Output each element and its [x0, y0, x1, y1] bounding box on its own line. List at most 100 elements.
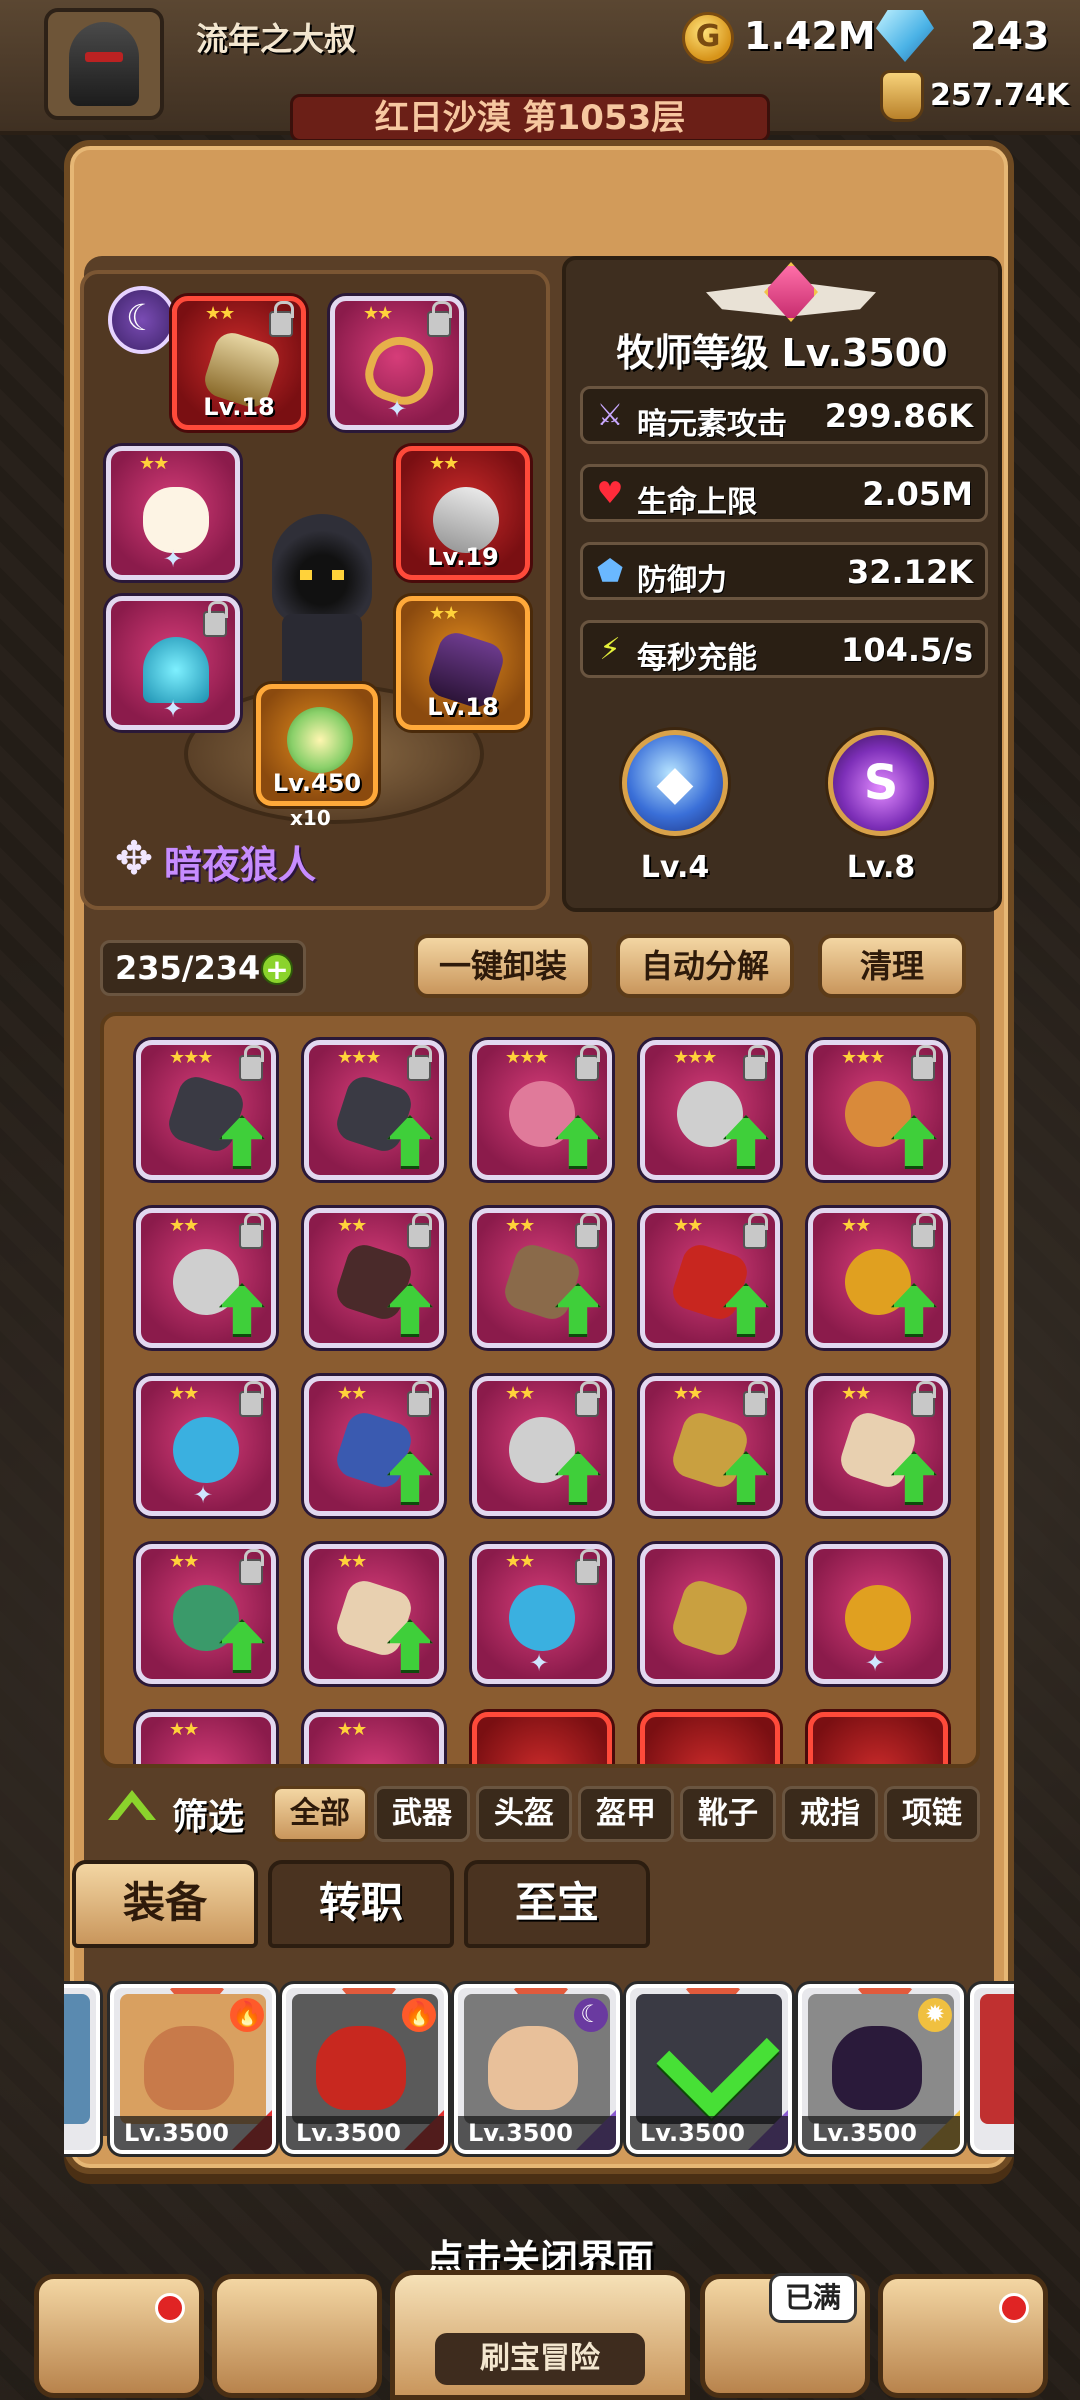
star-rating: ★★: [841, 1215, 871, 1236]
moon-element-icon: ☾: [574, 1998, 608, 2032]
star-rating: ★★: [205, 303, 235, 324]
armor-slot[interactable]: ✦: [106, 596, 240, 730]
necklace-slot[interactable]: ★★ ✦: [330, 296, 464, 430]
player-avatar[interactable]: [44, 8, 164, 120]
unequip-all-button[interactable]: 一键卸装: [414, 934, 592, 998]
treasure-slot[interactable]: Lv.450: [256, 684, 378, 806]
hero-level: Lv.3500: [802, 2116, 960, 2150]
inventory-item[interactable]: ★★: [808, 1376, 948, 1516]
star-rating: ★★: [139, 453, 169, 474]
inventory-item[interactable]: ★★: [136, 1544, 276, 1684]
auto-dismantle-button[interactable]: 自动分解: [616, 934, 794, 998]
inventory-item[interactable]: ★★: [640, 1376, 780, 1516]
inventory-item[interactable]: ★★★: [808, 1040, 948, 1180]
hero-card[interactable]: 🔥 Lv.3500: [282, 1984, 448, 2154]
filter-necklace[interactable]: 项链: [884, 1786, 980, 1842]
inventory-chest-button[interactable]: 已满: [700, 2273, 870, 2398]
slot-level: Lv.19: [427, 543, 499, 571]
treasure-adventure-button[interactable]: 刷宝冒险: [390, 2270, 690, 2400]
hero-card[interactable]: [64, 1984, 100, 2154]
purple-swirl-orb-icon[interactable]: S: [828, 730, 934, 836]
add-capacity-icon[interactable]: +: [261, 953, 293, 985]
filter-all[interactable]: 全部: [272, 1786, 368, 1842]
slot-level: Lv.450: [272, 769, 362, 797]
tab-treasure[interactable]: 至宝: [464, 1860, 650, 1948]
inventory-item[interactable]: ★★★: [472, 1040, 612, 1180]
dark-sword-icon: ⚔: [596, 398, 624, 433]
jar-icon: [880, 70, 924, 122]
star-rating: ★★: [169, 1719, 199, 1740]
inventory-item[interactable]: ✦: [808, 1544, 948, 1684]
helmet-slot[interactable]: ★★ ✦: [106, 446, 240, 580]
inventory-item[interactable]: ★★: [136, 1712, 276, 1764]
star-rating: ★★: [337, 1719, 367, 1740]
inventory-item[interactable]: ★★: [472, 1208, 612, 1348]
boots-slot[interactable]: ★★ Lv.18: [396, 596, 530, 730]
inventory-item[interactable]: ★★: [472, 1376, 612, 1516]
lock-icon: [269, 301, 294, 337]
moon-class-icon[interactable]: ☾: [108, 286, 176, 354]
hero-card[interactable]: ✹ Lv.3500: [798, 1984, 964, 2154]
inventory-item[interactable]: [640, 1544, 780, 1684]
filter-boots[interactable]: 靴子: [680, 1786, 776, 1842]
inventory-item[interactable]: [640, 1712, 780, 1764]
hero-figure: [262, 514, 382, 704]
ring-slot[interactable]: ★★ Lv.19: [396, 446, 530, 580]
class-emblem-icon: ✥: [114, 831, 154, 885]
tab-job-change[interactable]: 转职: [268, 1860, 454, 1948]
knight-helmet-icon: [69, 22, 139, 106]
lock-icon: [575, 1045, 600, 1081]
inventory-item[interactable]: ★★★: [640, 1040, 780, 1180]
hooded-hero-icon: [272, 514, 372, 624]
inventory-item[interactable]: ★★: [808, 1208, 948, 1348]
golden-boots-icon: [668, 1576, 752, 1660]
jar-amount: 257.74K: [930, 78, 1070, 113]
slot-level: Lv.18: [427, 693, 499, 721]
stat-label: 每秒充能: [637, 641, 757, 676]
hero-level: Lv.3500: [286, 2116, 444, 2150]
tab-equipment[interactable]: 装备: [72, 1860, 258, 1948]
lock-icon: [203, 601, 228, 637]
inventory-header: 235/234 + 一键卸装 自动分解 清理: [80, 924, 1000, 1004]
heroes-button[interactable]: [212, 2274, 382, 2398]
star-rating: ★★: [169, 1383, 199, 1404]
stat-value: 32.12K: [846, 553, 973, 591]
demon-hero-face: [316, 2026, 406, 2110]
inventory-item[interactable]: ★★★: [136, 1040, 276, 1180]
filter-ring[interactable]: 戒指: [782, 1786, 878, 1842]
inventory-item[interactable]: ★★: [304, 1208, 444, 1348]
stats-panel: 牧师等级 Lv.3500 ⚔ 暗元素攻击 299.86K ♥ 生命上限 2.05…: [562, 256, 1002, 912]
hero-card[interactable]: [970, 1984, 1014, 2154]
lock-icon: [239, 1381, 264, 1417]
star-rating: ★★: [673, 1383, 703, 1404]
inventory-item[interactable]: ★★: [304, 1376, 444, 1516]
lock-icon: [575, 1549, 600, 1585]
inventory-item[interactable]: ★★: [304, 1712, 444, 1764]
hero-card[interactable]: 🔥 Lv.3500: [110, 1984, 276, 2154]
inventory-item[interactable]: ★★ ✦: [472, 1544, 612, 1684]
inventory-item[interactable]: ★★ ✦: [136, 1376, 276, 1516]
filter-weapon[interactable]: 武器: [374, 1786, 470, 1842]
hero-card[interactable]: ☾ Lv.3500: [454, 1984, 620, 2154]
inventory-item[interactable]: ★★: [136, 1208, 276, 1348]
star-rating: ★★★: [337, 1047, 381, 1068]
inventory-item[interactable]: ★★: [640, 1208, 780, 1348]
weapon-slot[interactable]: ★★ Lv.18: [172, 296, 306, 430]
star-rating: ★★: [429, 453, 459, 474]
filter-helmet[interactable]: 头盔: [476, 1786, 572, 1842]
stat-value: 104.5/s: [841, 631, 973, 669]
blue-shield-orb-icon[interactable]: ◆: [622, 730, 728, 836]
hero-level: Lv.3500: [458, 2116, 616, 2150]
shop-button[interactable]: [34, 2274, 204, 2398]
forge-button[interactable]: [878, 2274, 1048, 2398]
inventory-item[interactable]: [808, 1712, 948, 1764]
chevron-up-icon[interactable]: [108, 1790, 156, 1820]
inventory-item[interactable]: ★★: [304, 1544, 444, 1684]
inventory-item[interactable]: ★★★: [304, 1040, 444, 1180]
hero-card-selected[interactable]: Lv.3500: [626, 1984, 792, 2154]
inventory-item[interactable]: [472, 1712, 612, 1764]
treasure-multiplier: x10: [290, 806, 331, 830]
notification-dot: [155, 2293, 185, 2323]
filter-armor[interactable]: 盔甲: [578, 1786, 674, 1842]
cleanup-button[interactable]: 清理: [818, 934, 966, 998]
